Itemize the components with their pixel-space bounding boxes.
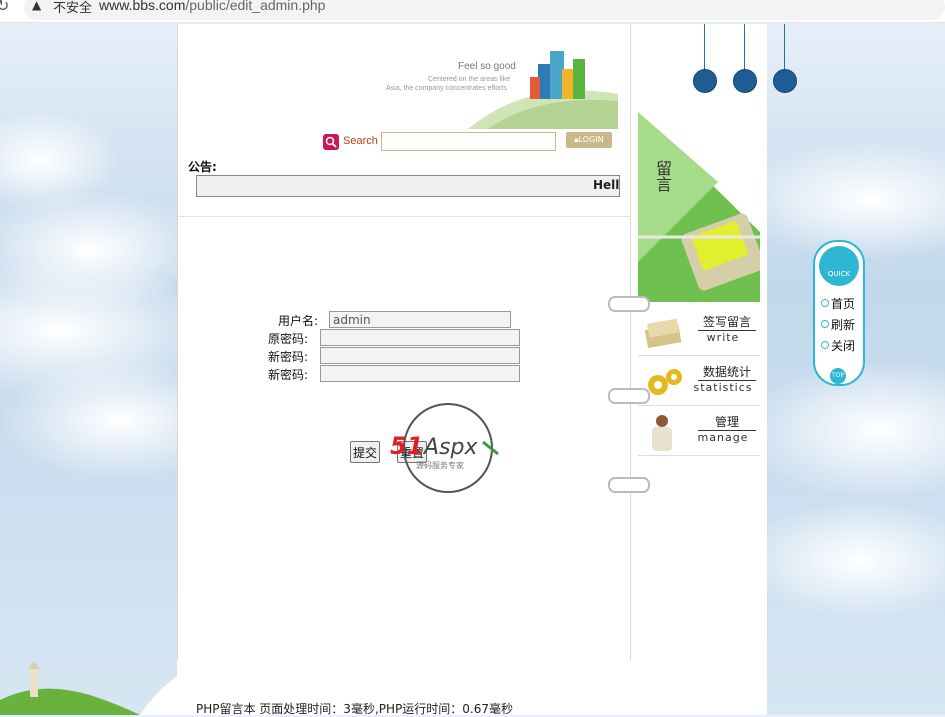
- nav-statistics-cn: 数据统计: [698, 363, 756, 381]
- quick-item-home[interactable]: 首页: [821, 295, 855, 312]
- quick-title-1: QUICK: [827, 270, 851, 278]
- binder-ring: [608, 477, 650, 493]
- submit-button[interactable]: 提交: [350, 441, 381, 463]
- quick-item-refresh-label: 刷新: [831, 318, 856, 332]
- confirm-password-label: 新密码:: [268, 368, 309, 382]
- login-button[interactable]: 🔒︎LOGIN: [566, 132, 612, 148]
- person-icon: [652, 415, 672, 451]
- gears-icon: [648, 369, 682, 395]
- quick-item-close-label: 关闭: [831, 339, 856, 353]
- watermark-51: 51: [390, 432, 423, 460]
- list-pin-icon[interactable]: [733, 69, 757, 93]
- notice-marquee: Hello: [196, 175, 620, 197]
- reload-icon[interactable]: ↻: [0, 0, 9, 15]
- dot-icon: [821, 341, 829, 349]
- nav-statistics-en: statistics: [693, 381, 753, 394]
- browser-address-bar: ↻ ▲ 不安全 www.bbs.com/public/edit_admin.ph…: [0, 0, 945, 23]
- page-container: Feel so good Centered on the areas like …: [177, 24, 797, 715]
- page-pin-icon[interactable]: [773, 69, 797, 93]
- binder-ring: [608, 388, 650, 404]
- security-label[interactable]: 不安全: [53, 0, 92, 16]
- new-password-label: 新密码:: [268, 350, 309, 364]
- binder-ring: [608, 296, 650, 312]
- main-column: Feel so good Centered on the areas like …: [177, 24, 631, 660]
- url-text[interactable]: www.bbs.com/public/edit_admin.php: [99, 0, 325, 13]
- notebook-icon: [644, 318, 682, 348]
- nav-statistics[interactable]: 数据统计 statistics: [638, 357, 760, 406]
- old-password-label: 原密码:: [268, 332, 309, 346]
- guestbook-leaf-illustration: [638, 112, 760, 302]
- header-slogan: Feel so good: [458, 61, 516, 72]
- nav-manage[interactable]: 管理 manage: [638, 407, 760, 456]
- username-field[interactable]: [329, 311, 511, 328]
- city-buildings-illustration: [468, 51, 618, 129]
- quick-menu: QUICK MENU ▾ 首页 刷新 关闭 TOP: [813, 240, 865, 386]
- notice-label: 公告:: [188, 160, 217, 174]
- nav-manage-cn: 管理: [698, 413, 756, 431]
- back-to-top-button[interactable]: TOP: [830, 368, 846, 384]
- confirm-password-field[interactable]: [320, 365, 520, 382]
- quick-item-close[interactable]: 关闭: [821, 337, 855, 354]
- quick-item-home-label: 首页: [831, 297, 856, 311]
- url-path: /public/edit_admin.php: [185, 0, 326, 13]
- nav-write-cn: 签写留言: [698, 313, 756, 331]
- old-password-field[interactable]: [320, 329, 520, 346]
- nav-write[interactable]: 签写留言 write: [638, 307, 760, 356]
- login-label: LOGIN: [578, 135, 604, 144]
- footer-text: PHP留言本 页面处理时间：3毫秒,PHP运行时间：0.67毫秒: [196, 702, 513, 716]
- watermark-aspx: Aspx: [422, 435, 478, 460]
- 51aspx-watermark-logo: 51 Aspx 源码服务专家: [390, 403, 499, 493]
- search-label: Search: [343, 135, 378, 147]
- dot-icon: [821, 299, 829, 307]
- quick-menu-header: QUICK MENU ▾: [819, 246, 859, 334]
- header-tagline-2: Asia, the company concentrates efforts: [386, 85, 507, 92]
- leaf-text: 留言: [653, 160, 672, 192]
- search-icon[interactable]: [323, 134, 339, 150]
- search-input[interactable]: [381, 132, 556, 151]
- divider: [178, 216, 630, 217]
- new-password-field[interactable]: [320, 347, 520, 364]
- header-tagline-1: Centered on the areas like: [428, 76, 511, 83]
- warning-icon[interactable]: ▲: [32, 0, 41, 12]
- url-host: www.bbs.com: [99, 0, 186, 13]
- username-label: 用户名:: [278, 314, 319, 328]
- nav-manage-en: manage: [697, 431, 749, 444]
- quick-item-refresh[interactable]: 刷新: [821, 316, 855, 333]
- right-column: 留言 签写留言 write 数据统计 statistics 管理 manage: [630, 24, 797, 660]
- dot-icon: [821, 320, 829, 328]
- nav-write-en: write: [706, 331, 740, 344]
- share-pin-icon[interactable]: [693, 69, 717, 93]
- watermark-sub: 源码服务专家: [416, 460, 464, 470]
- notice-text: Hello: [593, 178, 620, 192]
